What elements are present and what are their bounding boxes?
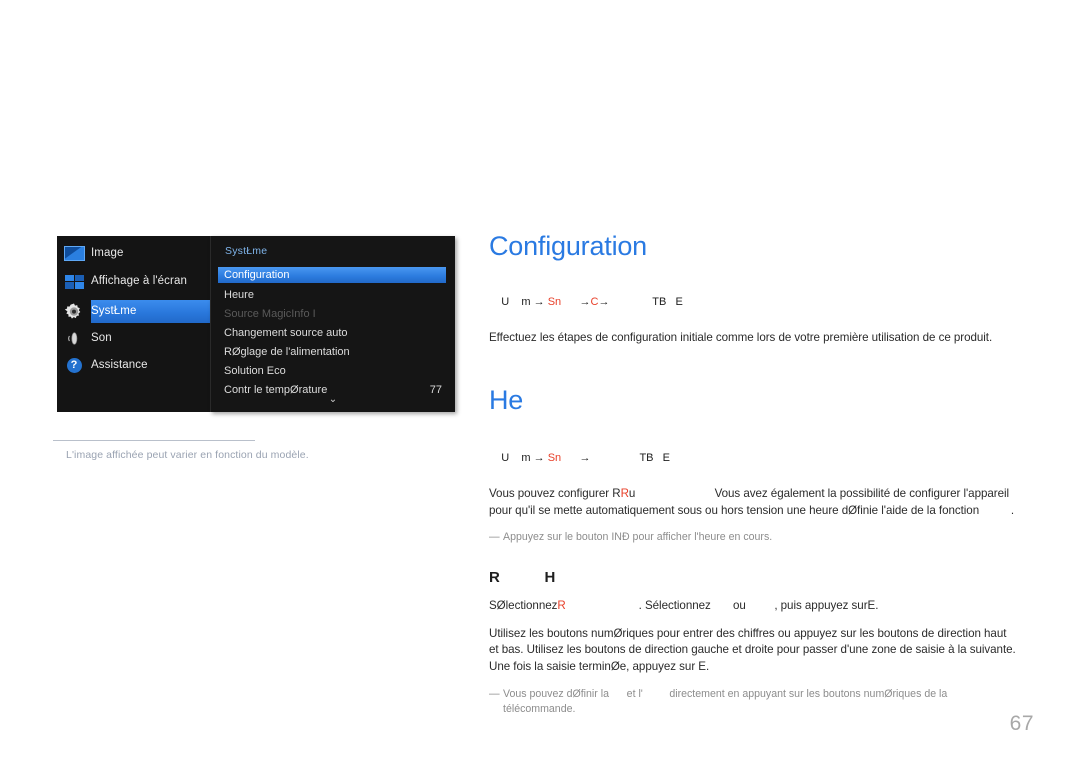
select-label-a: SØlectionnez [489, 599, 558, 613]
breadcrumb-configuration: U m → Sn →C→ TB E [501, 296, 683, 309]
sound-icon [57, 325, 91, 352]
osd-item-heure[interactable]: Heure [218, 287, 446, 303]
breadcrumb-heure: U m → Sn → TB E [489, 439, 1019, 479]
breadcrumb-arrow-icon: → [579, 296, 591, 309]
subsection-title-reglage-horloge: R H [489, 569, 1019, 587]
mockup-caption: L'image affichée peut varier en fonction… [66, 449, 309, 461]
osd-category-label: Son [91, 331, 112, 344]
note-heure: — Appuyez sur le bouton INÐ pour affiche… [489, 530, 1019, 545]
osd-submenu-title: SystŁme [225, 245, 268, 257]
note-part-b: et l' [626, 688, 643, 701]
osd-item-auto-source-switching[interactable]: Changement source auto [218, 325, 446, 341]
osd-category-system[interactable]: SystŁme [57, 298, 271, 325]
breadcrumb-seg-systeme: Sn [547, 451, 562, 464]
osd-item-eco-solution[interactable]: Solution Eco [218, 363, 446, 379]
note-heure-text: Appuyez sur le bouton INÐ pour afficher … [503, 531, 773, 544]
osd-category-panel: Image Affichage à l'écran SystŁme Son ? … [57, 236, 271, 412]
osd-item-label: RØglage de l'alimentation [224, 346, 350, 358]
gear-icon [57, 298, 91, 325]
paragraph-heure-part-a: Vous pouvez configurer R [489, 487, 621, 501]
note-part-c: directement en appuyant sur les boutons … [669, 688, 948, 701]
note-dash-icon: — [489, 688, 500, 701]
osd-category-support[interactable]: ? Assistance [57, 352, 214, 379]
osd-category-image[interactable]: Image [57, 240, 214, 267]
page-title-heure: He [489, 384, 524, 415]
osd-item-label: Heure [224, 289, 254, 301]
paragraph-selection: SØlectionnezR . Sélectionnez ou , puis a… [489, 598, 1019, 614]
image-icon [57, 240, 91, 267]
note-part-a: Vous pouvez dØfinir la [503, 688, 609, 701]
note-dash-icon: — [489, 531, 500, 544]
subsection-title-part1: R [489, 569, 500, 587]
page-number: 67 [1009, 712, 1034, 735]
breadcrumb-seg-menu: U [501, 451, 510, 464]
caption-divider [53, 440, 255, 441]
osd-category-sound[interactable]: Son [57, 325, 214, 352]
osd-category-label: Affichage à l'écran [91, 274, 187, 287]
osd-category-label: Assistance [91, 358, 148, 371]
osd-item-label: Configuration [224, 269, 290, 281]
osd-item-label: Solution Eco [224, 365, 286, 377]
breadcrumb-seg-systeme: Sn [547, 296, 562, 309]
breadcrumb-arrow-icon: → [579, 451, 591, 464]
note-part-d: télécommande. [503, 703, 576, 716]
paragraph-heure: Vous pouvez configurer RRu Vous avez éga… [489, 487, 1014, 517]
osd-category-label: SystŁme [91, 304, 137, 317]
select-red-1: R [557, 599, 566, 613]
page-title-configuration: Configuration [489, 231, 648, 261]
select-label-b: . Sélectionnez [638, 599, 711, 613]
paragraph-configuration: Effectuez les étapes de configuration in… [489, 331, 993, 345]
osd-item-configuration[interactable]: Configuration [218, 267, 446, 283]
note-reglage-horloge: — Vous pouvez dØfinir la et l' directeme… [489, 687, 1019, 717]
select-label-d: , puis appuyez sur [774, 599, 868, 613]
osd-item-label: Source MagicInfo I [224, 308, 316, 320]
chevron-down-icon[interactable]: ⌄ [211, 395, 455, 405]
breadcrumb-seg-m: m → [521, 451, 545, 464]
breadcrumb-seg-enter: TB E [639, 451, 670, 464]
breadcrumb-seg-m: m → [521, 296, 545, 309]
breadcrumb-seg-menu: U [501, 296, 510, 309]
osd-item-power-control[interactable]: RØglage de l'alimentation [218, 344, 446, 360]
osd-category-screen-display[interactable]: Affichage à l'écran [57, 268, 214, 295]
osd-grid-icon [57, 268, 91, 295]
select-label-e: E. [867, 599, 879, 613]
osd-item-label: Changement source auto [224, 327, 348, 339]
breadcrumb-seg-enter: TB E [652, 296, 683, 309]
osd-item-magicinfo-source: Source MagicInfo I [218, 306, 446, 322]
osd-menu-mockup: Image Affichage à l'écran SystŁme Son ? … [57, 236, 455, 412]
osd-category-label: Image [91, 246, 124, 259]
help-icon: ? [57, 352, 91, 379]
content-column: Configuration U m → Sn →C→ TB E Effectue… [489, 231, 1019, 717]
osd-submenu-panel: SystŁme Configuration Heure Source Magic… [210, 236, 455, 412]
select-label-c: ou [732, 599, 746, 613]
paragraph-heure-red-a: R [620, 487, 629, 501]
paragraph-numeric-buttons: Utilisez les boutons numØriques pour ent… [489, 626, 1016, 673]
subsection-title-part2: H [544, 569, 556, 587]
